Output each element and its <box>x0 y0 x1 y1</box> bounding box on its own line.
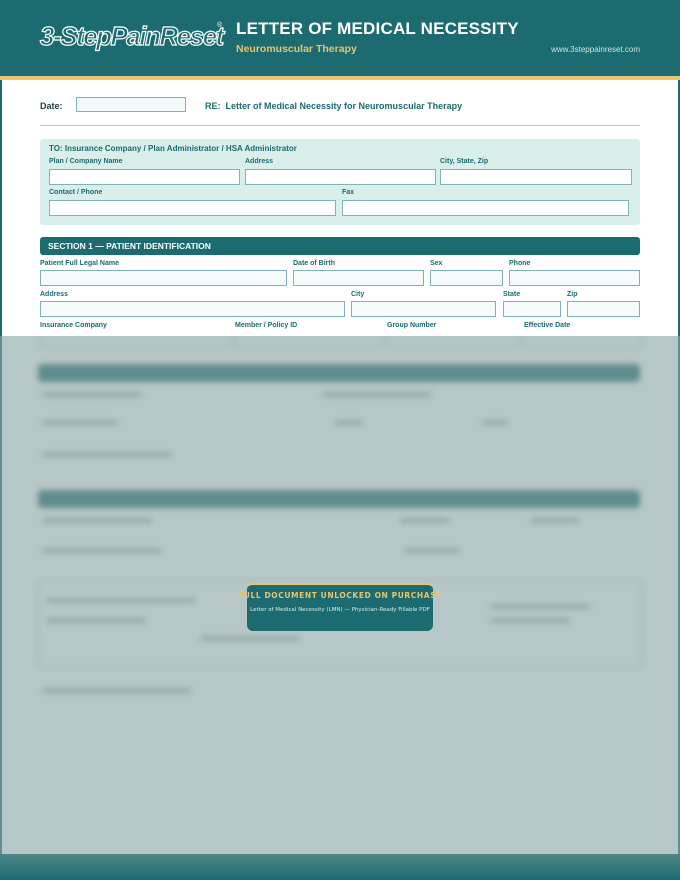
re-label: RE: <box>205 101 221 111</box>
footer-band <box>0 854 680 880</box>
re-line: RE: Letter of Medical Necessity for Neur… <box>205 101 462 111</box>
document-subtitle: Neuromuscular Therapy <box>236 43 357 55</box>
section-1-title: SECTION 1 — PATIENT IDENTIFICATION <box>48 241 211 251</box>
state-label: State <box>503 291 521 298</box>
unlock-notice-title: FULL DOCUMENT UNLOCKED ON PURCHASE <box>238 591 442 600</box>
header-accent-stripe <box>0 76 680 80</box>
unlock-notice-subtitle: Letter of Medical Necessity (LMN) — Phys… <box>250 607 430 613</box>
registered-mark: ® <box>217 22 223 29</box>
city-label: City <box>351 291 365 298</box>
patient-address-label: Address <box>40 291 69 298</box>
recipient-address-field[interactable] <box>245 169 436 185</box>
recipient-title: TO: Insurance Company / Plan Administrat… <box>49 144 297 153</box>
plan-name-label: Plan / Company Name <box>49 158 123 165</box>
effective-date-label: Effective Date <box>524 322 571 329</box>
patient-name-label: Patient Full Legal Name <box>40 260 119 267</box>
date-field[interactable] <box>76 97 186 112</box>
sex-field[interactable] <box>430 270 503 286</box>
website-url: www.3steppainreset.com <box>551 45 640 54</box>
city-field[interactable] <box>351 301 496 317</box>
recipient-address-label: Address <box>245 158 274 165</box>
re-subject: Letter of Medical Necessity for Neuromus… <box>225 101 463 111</box>
city-state-zip-label: City, State, Zip <box>440 158 489 165</box>
dob-field[interactable] <box>293 270 424 286</box>
dob-label: Date of Birth <box>293 260 335 267</box>
zip-field[interactable] <box>567 301 640 317</box>
insurance-company-label: Insurance Company <box>40 322 107 329</box>
contact-phone-label: Contact / Phone <box>49 189 103 196</box>
fax-field[interactable] <box>342 200 629 216</box>
group-number-label: Group Number <box>387 322 437 329</box>
divider <box>40 125 640 126</box>
patient-address-field[interactable] <box>40 301 345 317</box>
zip-label: Zip <box>567 291 578 298</box>
patient-name-field[interactable] <box>40 270 287 286</box>
phone-label: Phone <box>509 260 531 267</box>
plan-name-field[interactable] <box>49 169 240 185</box>
sex-label: Sex <box>430 260 443 267</box>
contact-phone-field[interactable] <box>49 200 336 216</box>
member-id-label: Member / Policy ID <box>235 322 298 329</box>
document-title: LETTER OF MEDICAL NECESSITY <box>236 19 519 38</box>
date-label: Date: <box>40 101 63 111</box>
phone-field[interactable] <box>509 270 640 286</box>
state-field[interactable] <box>503 301 561 317</box>
brand-logo: 3-StepPainReset <box>39 20 224 51</box>
fax-label: Fax <box>342 189 355 196</box>
city-state-zip-field[interactable] <box>440 169 632 185</box>
